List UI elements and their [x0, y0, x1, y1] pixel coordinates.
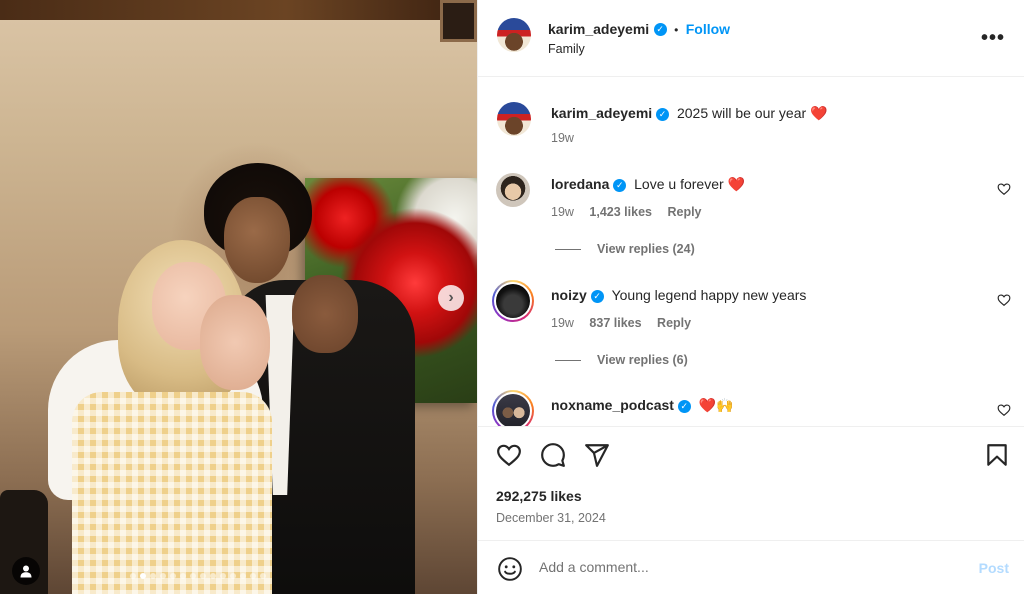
carousel-dot	[250, 573, 256, 579]
caption-emoji: ❤️	[810, 105, 828, 121]
caption-line: karim_adeyemi ✓ 2025 will be our year ❤️	[551, 105, 827, 122]
caption-avatar[interactable]	[497, 102, 531, 136]
post-actions: 292,275 likes December 31, 2024	[478, 426, 1024, 540]
post-subtitle: Family	[548, 42, 585, 56]
user-tag-icon	[20, 565, 32, 578]
carousel-dot	[210, 573, 216, 579]
send-icon[interactable]	[584, 442, 610, 468]
carousel-dot	[220, 573, 226, 579]
author-avatar[interactable]	[497, 18, 531, 52]
post-photo[interactable]: ›	[0, 0, 477, 594]
story-ring[interactable]	[492, 280, 534, 322]
heart-icon[interactable]	[496, 442, 522, 468]
carousel-dot	[130, 573, 136, 579]
chevron-right-icon: ›	[448, 289, 454, 306]
post-header: karim_adeyemi ✓ • Follow Family •••	[478, 0, 1024, 77]
comment-emoji: ❤️	[727, 176, 745, 192]
comment-line: loredana ✓ Love u forever ❤️	[551, 176, 745, 193]
carousel-dot	[190, 573, 196, 579]
carousel-dot	[260, 573, 266, 579]
carousel-indicator	[130, 573, 266, 579]
comment-avatar	[496, 284, 530, 318]
comment-username[interactable]: noizy	[551, 287, 587, 303]
comment-meta: 19w 1,423 likes Reply	[551, 205, 714, 219]
comment-username[interactable]: noxname_podcast	[551, 397, 674, 413]
comment-like-heart-icon[interactable]	[997, 182, 1011, 196]
comment-like-heart-icon[interactable]	[997, 293, 1011, 307]
comment-username[interactable]: loredana	[551, 176, 609, 192]
header-separator: •	[674, 23, 679, 37]
comment-emoji: ❤️🙌	[698, 397, 734, 413]
carousel-dot	[160, 573, 166, 579]
story-ring[interactable]	[492, 390, 534, 426]
post-details-panel: karim_adeyemi ✓ • Follow Family ••• kari…	[477, 0, 1024, 594]
carousel-dot	[240, 573, 246, 579]
comment-time[interactable]: 19w	[551, 316, 574, 330]
comment-avatar[interactable]	[496, 173, 530, 207]
photo-woman-hand	[200, 295, 270, 390]
verified-badge-icon: ✓	[656, 107, 670, 121]
view-replies-button[interactable]: View replies (24)	[555, 242, 695, 256]
comment-meta: 19w 837 likes Reply	[551, 316, 703, 330]
carousel-dot	[150, 573, 156, 579]
tagged-users-button[interactable]	[12, 557, 40, 585]
emoji-icon[interactable]	[497, 556, 523, 582]
carousel-dot	[180, 573, 186, 579]
verified-badge-icon: ✓	[590, 289, 604, 303]
comment-reply-button[interactable]: Reply	[657, 316, 691, 330]
verified-badge-icon: ✓	[613, 178, 627, 192]
carousel-dot	[170, 573, 176, 579]
verified-badge-icon: ✓	[677, 399, 691, 413]
comment-text: Young legend happy new years	[611, 287, 807, 303]
comment-like-heart-icon[interactable]	[997, 403, 1011, 417]
comment-likes[interactable]: 1,423 likes	[589, 205, 652, 219]
bookmark-icon[interactable]	[984, 442, 1010, 468]
comment-input[interactable]	[539, 559, 959, 575]
add-comment-bar: Post	[478, 540, 1024, 594]
caption-meta: 19w	[551, 131, 586, 145]
comment-reply-button[interactable]: Reply	[667, 205, 701, 219]
follow-button[interactable]: Follow	[686, 21, 730, 37]
comment-line: noxname_podcast ✓ ❤️🙌	[551, 397, 734, 414]
more-options-icon: •••	[980, 27, 1005, 49]
more-options-button[interactable]: •••	[981, 27, 1005, 50]
author-username[interactable]: karim_adeyemi	[548, 21, 649, 37]
carousel-dot	[230, 573, 236, 579]
view-replies-label: View replies (24)	[597, 242, 695, 256]
comment-likes[interactable]: 837 likes	[589, 316, 641, 330]
photo-man-face	[224, 197, 290, 283]
comment-text: Love u forever	[634, 176, 724, 192]
post-date[interactable]: December 31, 2024	[496, 511, 606, 525]
verified-badge-icon: ✓	[653, 23, 667, 37]
comments-list[interactable]: karim_adeyemi ✓ 2025 will be our year ❤️…	[478, 78, 1024, 426]
comment-avatar	[496, 394, 530, 426]
view-replies-button[interactable]: View replies (6)	[555, 353, 688, 367]
post-comment-button[interactable]: Post	[979, 560, 1009, 576]
caption-username[interactable]: karim_adeyemi	[551, 105, 652, 121]
likes-count[interactable]: 292,275 likes	[496, 488, 582, 504]
carousel-next-button[interactable]: ›	[438, 285, 464, 311]
photo-wall-frame	[440, 0, 477, 42]
comment-line: noizy ✓ Young legend happy new years	[551, 287, 806, 303]
comment-time[interactable]: 19w	[551, 205, 574, 219]
photo-ceiling	[0, 0, 477, 20]
view-replies-label: View replies (6)	[597, 353, 688, 367]
photo-woman-dress	[72, 392, 272, 594]
carousel-dot	[140, 573, 146, 579]
caption-text: 2025 will be our year	[676, 105, 807, 121]
comment-icon[interactable]	[540, 442, 566, 468]
photo-man-hand	[292, 275, 358, 353]
caption-time[interactable]: 19w	[551, 131, 574, 145]
carousel-dot	[200, 573, 206, 579]
